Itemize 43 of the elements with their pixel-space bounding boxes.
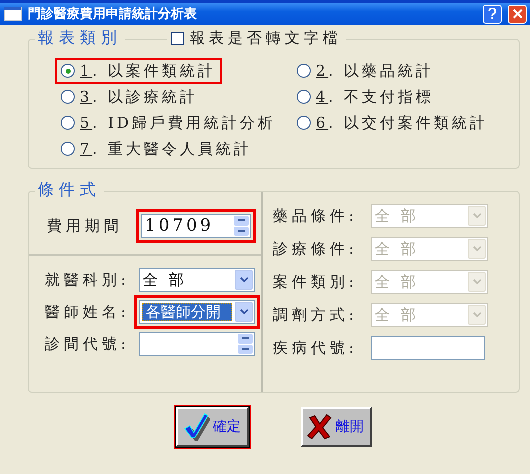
field-label: 診間代號: bbox=[45, 334, 132, 354]
field-label: 疾病代號: bbox=[273, 338, 360, 358]
exit-button[interactable]: 離開 bbox=[301, 407, 372, 447]
dropdown-field[interactable]: 全 部 bbox=[139, 268, 255, 292]
caret-icon bbox=[472, 312, 482, 318]
dropdown-field[interactable]: 各醫師分開 bbox=[139, 300, 255, 324]
report-type-radio[interactable]: 2. 以藥品統計 bbox=[293, 60, 438, 82]
field-label: 案件類別: bbox=[273, 272, 360, 292]
help-button[interactable] bbox=[483, 4, 502, 24]
question-mark-icon bbox=[488, 8, 497, 20]
caret-icon bbox=[472, 279, 482, 285]
report-type-radio[interactable]: 7. 重大醫令人員統計 bbox=[57, 138, 256, 160]
field-label: 診療條件: bbox=[273, 240, 360, 258]
field-label: 就醫科別: bbox=[45, 270, 132, 290]
export-text-checkbox[interactable]: 報表是否轉文字檔 bbox=[167, 29, 346, 48]
spin-down-button[interactable] bbox=[234, 226, 249, 236]
window-icon bbox=[4, 7, 22, 21]
field-label: 費用期間 bbox=[47, 216, 123, 236]
caret-icon bbox=[472, 213, 482, 219]
input-field[interactable] bbox=[371, 336, 485, 360]
checkmark-icon bbox=[182, 412, 210, 442]
cross-icon bbox=[307, 413, 333, 441]
spin-down-button[interactable] bbox=[238, 344, 253, 354]
caret-icon bbox=[472, 246, 482, 252]
confirm-button[interactable]: 確定 bbox=[176, 407, 249, 447]
spin-up-button[interactable] bbox=[234, 216, 249, 226]
window-title: 門診醫療費用申請統計分析表 bbox=[28, 6, 198, 23]
field-label: 藥品條件: bbox=[273, 206, 360, 226]
caret-icon bbox=[240, 309, 248, 315]
spin-field[interactable] bbox=[139, 332, 255, 356]
field-label: 醫師姓名: bbox=[45, 302, 132, 322]
report-type-radio[interactable]: 3. 以診療統計 bbox=[57, 86, 202, 108]
report-type-radio[interactable]: 6. 以交付案件類統計 bbox=[293, 112, 492, 134]
report-type-radio[interactable]: 1. 以案件類統計 bbox=[57, 60, 220, 82]
spin-up-button[interactable] bbox=[238, 334, 253, 344]
close-icon bbox=[512, 9, 522, 19]
caret-icon bbox=[240, 277, 248, 283]
field-label: 調劑方式: bbox=[273, 306, 360, 324]
report-type-radio[interactable]: 5. ID歸戶費用統計分析 bbox=[57, 112, 280, 134]
group-title: 報表類別 bbox=[35, 28, 125, 49]
close-button[interactable] bbox=[508, 4, 527, 24]
report-type-radio[interactable]: 4. 不支付指標 bbox=[293, 86, 438, 108]
spin-field[interactable]: 10709 bbox=[141, 214, 251, 238]
